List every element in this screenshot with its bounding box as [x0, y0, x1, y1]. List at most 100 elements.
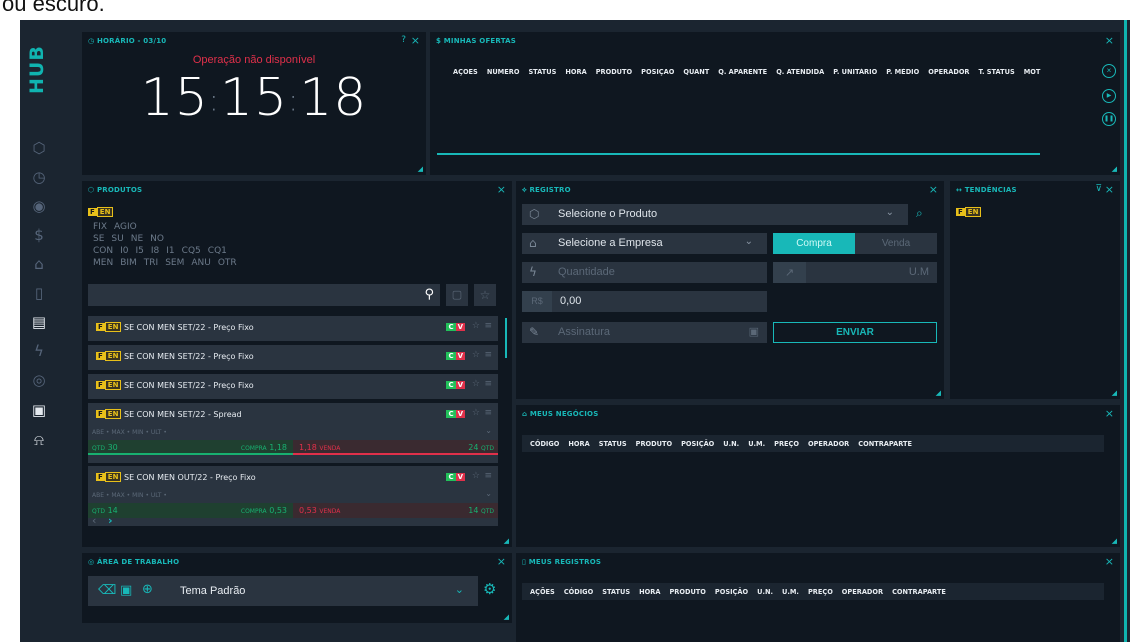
- filter-chip[interactable]: BIM: [120, 258, 137, 268]
- resize-handle[interactable]: ◢: [1112, 537, 1117, 545]
- broadcast-icon[interactable]: ◎: [29, 370, 49, 390]
- ofertas-column-header[interactable]: OPERADOR: [928, 68, 969, 76]
- save-icon[interactable]: ▣: [120, 583, 132, 598]
- filter-chip[interactable]: I0: [120, 246, 128, 256]
- resize-handle[interactable]: ◢: [1112, 165, 1117, 173]
- chevron-down-icon[interactable]: ⌄: [485, 489, 492, 498]
- star-icon[interactable]: ☆: [472, 350, 480, 360]
- product-row[interactable]: F EN SE CON MEN SET/22 - Preço Fixo CV ☆ ≡: [88, 374, 498, 399]
- filter-chip[interactable]: SEM: [165, 258, 184, 268]
- sell-side[interactable]: 0,53 VENDA 14 QTD: [293, 503, 498, 518]
- cube-icon[interactable]: ⬡: [29, 138, 49, 158]
- registros-column-header[interactable]: HORA: [639, 588, 660, 596]
- menu-icon[interactable]: ≡: [484, 350, 492, 360]
- clock-icon[interactable]: ◷: [29, 167, 49, 187]
- gear-icon[interactable]: ⚙: [483, 580, 496, 598]
- negocios-column-header[interactable]: PRODUTO: [636, 440, 672, 448]
- ofertas-column-header[interactable]: P. UNITÁRIO: [833, 68, 877, 76]
- filter-chip[interactable]: I1: [166, 246, 174, 256]
- close-circle-icon[interactable]: ×: [1102, 64, 1116, 78]
- star-filter-icon[interactable]: ☆: [474, 284, 496, 306]
- play-icon[interactable]: ▶: [1102, 89, 1116, 103]
- close-icon[interactable]: ×: [1105, 407, 1114, 420]
- book-icon[interactable]: ▯: [29, 283, 49, 303]
- ofertas-column-header[interactable]: T. STATUS: [979, 68, 1015, 76]
- close-icon[interactable]: ×: [497, 555, 506, 568]
- eye-icon[interactable]: ◉: [29, 196, 49, 216]
- ofertas-column-header[interactable]: NÚMERO: [487, 68, 520, 76]
- cv-badge[interactable]: CV: [446, 381, 465, 389]
- ofertas-column-header[interactable]: POSIÇÃO: [641, 68, 674, 76]
- filter-chip[interactable]: ANU: [191, 258, 210, 268]
- theme-select[interactable]: ⌫ ▣ ⊕ Tema Padrão ⌄: [88, 576, 478, 606]
- cv-badge[interactable]: CV: [446, 352, 465, 360]
- resize-handle[interactable]: ◢: [936, 389, 941, 397]
- negocios-column-header[interactable]: CONTRAPARTE: [858, 440, 912, 448]
- negocios-column-header[interactable]: OPERADOR: [808, 440, 849, 448]
- negocios-column-header[interactable]: HORA: [568, 440, 589, 448]
- registros-column-header[interactable]: CÓDIGO: [564, 588, 593, 596]
- registros-column-header[interactable]: U.N.: [757, 588, 773, 596]
- right-edge-scrollbar[interactable]: [1124, 20, 1127, 642]
- ofertas-column-header[interactable]: HORA: [565, 68, 586, 76]
- ofertas-column-header[interactable]: Q. ATENDIDA: [776, 68, 824, 76]
- filter-chip[interactable]: CQ5: [182, 246, 201, 256]
- filter-chip[interactable]: AGIO: [114, 222, 137, 232]
- pause-icon[interactable]: ❚❚: [1102, 112, 1116, 126]
- assinatura-field[interactable]: ✎ Assinatura ▣: [522, 322, 767, 343]
- ofertas-column-header[interactable]: Q. APARENTE: [718, 68, 767, 76]
- star-icon[interactable]: ☆: [472, 408, 480, 418]
- ofertas-column-header[interactable]: MOT: [1024, 68, 1041, 76]
- registros-column-header[interactable]: U.M.: [782, 588, 799, 596]
- filter-chip[interactable]: OTR: [218, 258, 237, 268]
- star-icon[interactable]: ☆: [472, 321, 480, 331]
- sell-side[interactable]: 1,18 VENDA 24 QTD: [293, 440, 498, 455]
- product-search-icon[interactable]: ⌕: [916, 206, 923, 221]
- resize-handle[interactable]: ◢: [1112, 389, 1117, 397]
- chevron-left-icon[interactable]: ‹: [92, 514, 96, 527]
- produto-select[interactable]: ⬡ Selecione o Produto ⌄: [522, 204, 908, 225]
- filter-chip[interactable]: FIX: [93, 222, 107, 232]
- help-icon[interactable]: ?: [401, 35, 406, 45]
- search-icon[interactable]: ⚲: [424, 287, 434, 302]
- registros-column-header[interactable]: AÇÕES: [530, 588, 555, 596]
- product-row[interactable]: F EN SE CON MEN SET/22 - Preço Fixo CV ☆ ≡: [88, 316, 498, 341]
- negocios-column-header[interactable]: PREÇO: [774, 440, 799, 448]
- search-input[interactable]: ⚲: [88, 284, 440, 306]
- cv-badge[interactable]: CV: [446, 410, 465, 418]
- buy-side[interactable]: QTD 30 COMPRA 1,18: [88, 440, 293, 455]
- fen-badge[interactable]: F EN: [956, 207, 982, 217]
- resize-handle[interactable]: ◢: [418, 165, 423, 173]
- close-icon[interactable]: ×: [497, 183, 506, 196]
- negocios-column-header[interactable]: POSIÇÃO: [681, 440, 714, 448]
- trash-icon[interactable]: ⌫: [98, 583, 116, 598]
- filter-chip[interactable]: NO: [150, 234, 164, 244]
- bag-icon[interactable]: ▢: [446, 284, 468, 306]
- filter-chip[interactable]: CQ1: [208, 246, 227, 256]
- registros-column-header[interactable]: PREÇO: [808, 588, 833, 596]
- filter-chip[interactable]: CON: [93, 246, 113, 256]
- fen-badge[interactable]: F EN: [88, 207, 114, 217]
- negocios-column-header[interactable]: U.M.: [748, 440, 765, 448]
- lightning-icon[interactable]: ϟ: [29, 341, 49, 361]
- add-circle-icon[interactable]: ⊕: [142, 582, 153, 597]
- filter-chip[interactable]: I5: [136, 246, 144, 256]
- um-field[interactable]: ↗ U.M: [773, 262, 937, 283]
- ofertas-column-header[interactable]: STATUS: [528, 68, 556, 76]
- buy-side[interactable]: QTD 14 COMPRA 0,53: [88, 503, 293, 518]
- negocios-column-header[interactable]: CÓDIGO: [530, 440, 559, 448]
- cv-badge[interactable]: CV: [446, 473, 465, 481]
- filter-chip[interactable]: SE: [93, 234, 104, 244]
- bell-icon[interactable]: ⍾: [29, 430, 49, 450]
- venda-button[interactable]: Venda: [855, 233, 937, 254]
- close-icon[interactable]: ×: [929, 183, 938, 196]
- filter-chip[interactable]: SU: [111, 234, 123, 244]
- scrollbar[interactable]: [505, 318, 507, 358]
- close-icon[interactable]: ×: [1105, 34, 1114, 47]
- chevron-down-icon[interactable]: ⌄: [485, 426, 492, 435]
- filter-chip[interactable]: MEN: [93, 258, 113, 268]
- ofertas-scrollbar[interactable]: [437, 153, 1040, 155]
- cv-badge[interactable]: CV: [446, 323, 465, 331]
- compra-button[interactable]: Compra: [773, 233, 855, 254]
- ofertas-column-header[interactable]: P. MÉDIO: [886, 68, 919, 76]
